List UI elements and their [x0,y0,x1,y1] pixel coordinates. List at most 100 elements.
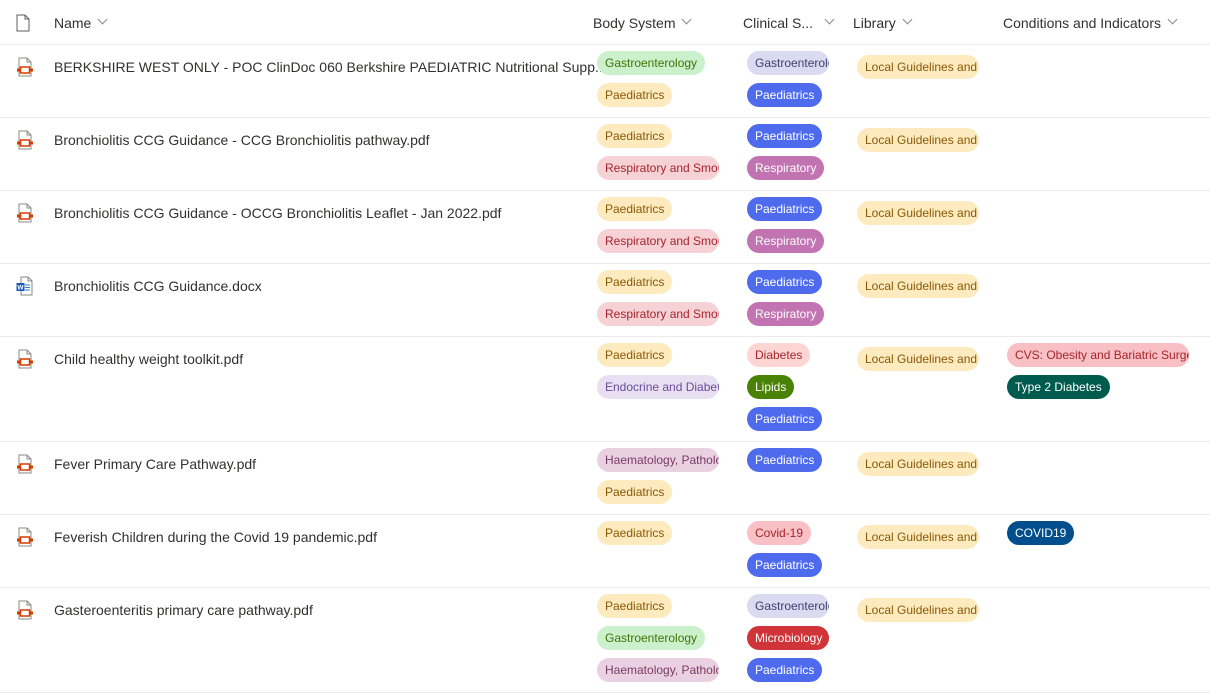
body-system-tags: Paediatrics Endocrine and Diabetes [597,343,719,399]
library-tags: Local Guidelines and Pathways [857,274,979,298]
tag-pill[interactable]: Local Guidelines and Pathways [857,128,979,152]
column-header-name[interactable]: Name [54,15,107,31]
tag-pill[interactable]: COVID19 [1007,521,1075,545]
file-name-link[interactable]: Bronchiolitis CCG Guidance - CCG Bronchi… [54,132,430,148]
tag-pill[interactable]: Local Guidelines and Pathways [857,347,979,371]
tag-pill[interactable]: Local Guidelines and Pathways [857,598,979,622]
library-tags: Local Guidelines and Pathways [857,201,979,225]
table-row[interactable]: Feverish Children during the Covid 19 pa… [0,515,1210,588]
tag-pill[interactable]: Paediatrics [597,197,673,221]
tag-pill[interactable]: Paediatrics [747,83,823,107]
clinical-specialty-tags: Gastroenterology Microbiology Paediatrics [747,594,829,682]
file-name-link[interactable]: Bronchiolitis CCG Guidance.docx [54,278,262,294]
tag-pill[interactable]: Paediatrics [597,124,673,148]
clinical-specialty-tags: Diabetes Lipids Paediatrics [747,343,823,431]
tag-pill[interactable]: Respiratory [747,229,825,253]
word-file-icon: W [16,276,34,296]
tag-pill[interactable]: Local Guidelines and Pathways [857,55,979,79]
tag-pill[interactable]: Local Guidelines and Pathways [857,201,979,225]
tag-pill[interactable]: Paediatrics [747,448,823,472]
tag-pill[interactable]: Respiratory and Smoking [597,229,719,253]
library-tags: Local Guidelines and Pathways [857,525,979,549]
column-header-body-system[interactable]: Body System [593,15,691,31]
file-name-link[interactable]: BERKSHIRE WEST ONLY - POC ClinDoc 060 Be… [54,59,607,75]
body-system-tags: Paediatrics Respiratory and Smoking [597,124,719,180]
clinical-specialty-tags: Paediatrics Respiratory [747,197,825,253]
chevron-down-icon [98,16,107,25]
file-name-link[interactable]: Fever Primary Care Pathway.pdf [54,456,256,472]
pdf-file-icon [16,600,34,620]
tag-pill[interactable]: Paediatrics [747,658,823,682]
chevron-down-icon [682,16,691,25]
file-name-link[interactable]: Feverish Children during the Covid 19 pa… [54,529,377,545]
tag-pill[interactable]: Gastroenterology [597,51,706,75]
column-header-conditions[interactable]: Conditions and Indicators [1003,15,1177,31]
tag-pill[interactable]: Haematology, Pathology [597,448,719,472]
file-name-link[interactable]: Child healthy weight toolkit.pdf [54,351,243,367]
svg-text:W: W [17,285,24,292]
tag-pill[interactable]: Lipids [747,375,795,399]
body-system-tags: Paediatrics Respiratory and Smoking [597,197,719,253]
table-row[interactable]: W Bronchiolitis CCG Guidance.docx Paediatr… [0,264,1210,337]
tag-pill[interactable]: Local Guidelines and Pathways [857,452,979,476]
library-tags: Local Guidelines and Pathways [857,452,979,476]
tag-pill[interactable]: CVS: Obesity and Bariatric Surgery [1007,343,1189,367]
column-header-row: Name Body System Clinical S... Library C… [0,0,1210,45]
body-system-tags: Paediatrics Gastroenterology Haematology, … [597,594,719,682]
library-tags: Local Guidelines and Pathways [857,347,979,371]
tag-pill[interactable]: Paediatrics [597,480,673,504]
tag-pill[interactable]: Paediatrics [747,553,823,577]
tag-pill[interactable]: Respiratory and Smoking [597,156,719,180]
column-header-library[interactable]: Library [853,15,912,31]
tag-pill[interactable]: Type 2 Diabetes [1007,375,1110,399]
file-name-link[interactable]: Gasteroenteritis primary care pathway.pd… [54,602,313,618]
tag-pill[interactable]: Paediatrics [747,270,823,294]
tag-pill[interactable]: Paediatrics [747,407,823,431]
table-row[interactable]: Bronchiolitis CCG Guidance - OCCG Bronch… [0,191,1210,264]
table-row[interactable]: Gasteroenteritis primary care pathway.pd… [0,588,1210,693]
tag-pill[interactable]: Local Guidelines and Pathways [857,525,979,549]
tag-pill[interactable]: Local Guidelines and Pathways [857,274,979,298]
table-row[interactable]: BERKSHIRE WEST ONLY - POC ClinDoc 060 Be… [0,45,1210,118]
tag-pill[interactable]: Paediatrics [747,124,823,148]
pdf-file-icon [16,130,34,150]
conditions-tags: CVS: Obesity and Bariatric Surgery Type 2… [1007,343,1189,399]
tag-pill[interactable]: Microbiology [747,626,829,650]
chevron-down-icon [903,16,912,25]
pdf-file-icon [16,349,34,369]
pdf-file-icon [16,527,34,547]
column-header-label: Name [54,15,92,31]
file-name-link[interactable]: Bronchiolitis CCG Guidance - OCCG Bronch… [54,205,501,221]
tag-pill[interactable]: Paediatrics [597,270,673,294]
clinical-specialty-tags: Covid-19 Paediatrics [747,521,823,577]
tag-pill[interactable]: Covid-19 [747,521,812,545]
table-row[interactable]: Child healthy weight toolkit.pdf Paediatr… [0,337,1210,442]
tag-pill[interactable]: Endocrine and Diabetes [597,375,719,399]
tag-pill[interactable]: Respiratory and Smoking [597,302,719,326]
column-header-label: Clinical S... [743,15,814,31]
clinical-specialty-tags: Paediatrics [747,448,823,472]
column-header-label: Library [853,15,896,31]
tag-pill[interactable]: Paediatrics [597,343,673,367]
tag-pill[interactable]: Paediatrics [747,197,823,221]
tag-pill[interactable]: Gastroenterology [747,51,829,75]
library-tags: Local Guidelines and Pathways [857,128,979,152]
file-type-header-icon[interactable] [16,14,30,32]
table-row[interactable]: Bronchiolitis CCG Guidance - CCG Bronchi… [0,118,1210,191]
body-system-tags: Gastroenterology Paediatrics [597,51,706,107]
chevron-down-icon [1168,16,1177,25]
column-header-clinical-specialty[interactable]: Clinical S... [743,15,834,31]
tag-pill[interactable]: Paediatrics [597,521,673,545]
tag-pill[interactable]: Paediatrics [597,594,673,618]
tag-pill[interactable]: Respiratory [747,156,825,180]
tag-pill[interactable]: Haematology, Pathology [597,658,719,682]
body-system-tags: Paediatrics [597,521,673,545]
column-header-label: Body System [593,15,676,31]
library-tags: Local Guidelines and Pathways [857,598,979,622]
tag-pill[interactable]: Diabetes [747,343,811,367]
tag-pill[interactable]: Respiratory [747,302,825,326]
tag-pill[interactable]: Paediatrics [597,83,673,107]
tag-pill[interactable]: Gastroenterology [597,626,706,650]
tag-pill[interactable]: Gastroenterology [747,594,829,618]
table-row[interactable]: Fever Primary Care Pathway.pdf Haematolog… [0,442,1210,515]
